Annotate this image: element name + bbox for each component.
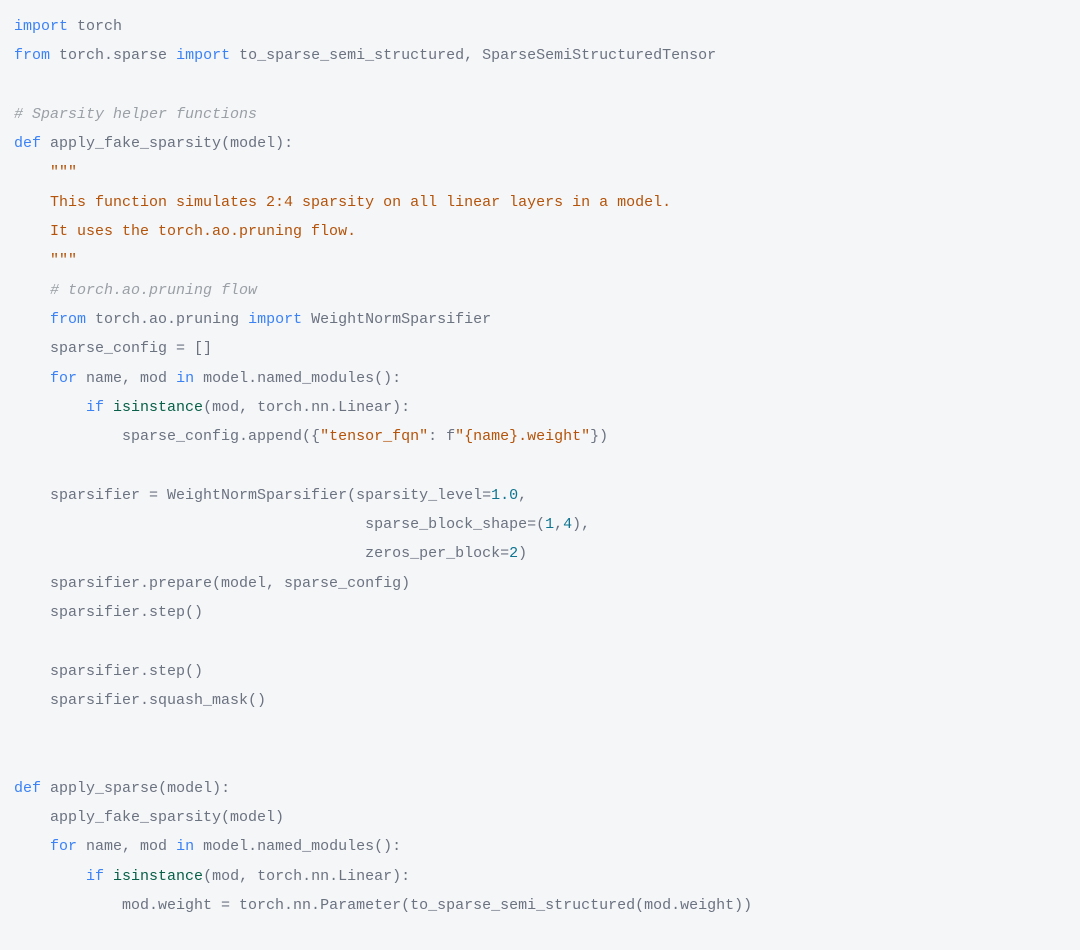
code-line: """ [14,164,77,181]
keyword-import: import [239,311,311,328]
code-line: sparsifier.step() [14,604,203,621]
code-line: from torch.ao.pruning import WeightNormS… [14,311,491,328]
number: 4 [563,516,572,533]
keyword-if: if [86,399,104,416]
keyword-if: if [86,868,104,885]
code-line: mod.weight = torch.nn.Parameter(to_spars… [14,897,752,914]
builtin-isinstance: isinstance [113,399,203,416]
code-line: It uses the torch.ao.pruning flow. [14,223,356,240]
code-line: # torch.ao.pruning flow [14,282,257,299]
code-block: import torch from torch.sparse import to… [0,0,1080,932]
code-line: sparse_block_shape=(1,4), [14,516,590,533]
code-line: import torch [14,18,122,35]
keyword-import: import [14,18,68,35]
number: 2 [509,545,518,562]
number: 1 [545,516,554,533]
keyword-from: from [50,311,86,328]
code-line: for name, mod in model.named_modules(): [14,370,401,387]
string: "{name}.weight" [455,428,590,445]
keyword-for: for [50,370,77,387]
keyword-from: from [14,47,50,64]
code-line: from torch.sparse import to_sparse_semi_… [14,47,716,64]
keyword-for: for [50,838,77,855]
code-line: zeros_per_block=2) [14,545,527,562]
code-line: if isinstance(mod, torch.nn.Linear): [14,868,410,885]
code-line: # Sparsity helper functions [14,106,257,123]
code-line: This function simulates 2:4 sparsity on … [14,194,671,211]
code-line: sparsifier.step() [14,663,203,680]
code-line: sparsifier = WeightNormSparsifier(sparsi… [14,487,527,504]
keyword-def: def [14,780,41,797]
code-line: sparsifier.prepare(model, sparse_config) [14,575,410,592]
builtin-isinstance: isinstance [113,868,203,885]
comment: # Sparsity helper functions [14,106,257,123]
comment: # torch.ao.pruning flow [50,282,257,299]
code-line: """ [14,252,77,269]
docstring: """ [50,252,77,269]
keyword-def: def [14,135,41,152]
keyword-in: in [176,370,194,387]
docstring: This function simulates 2:4 sparsity on … [50,194,671,211]
keyword-import: import [167,47,239,64]
code-line: for name, mod in model.named_modules(): [14,838,401,855]
docstring: """ [50,164,77,181]
code-line: sparse_config.append({"tensor_fqn": f"{n… [14,428,608,445]
code-line: def apply_sparse(model): [14,780,230,797]
number: 1.0 [491,487,518,504]
code-line: sparsifier.squash_mask() [14,692,266,709]
code-line: sparse_config = [] [14,340,212,357]
function-name: apply_fake_sparsity [50,135,221,152]
code-line: def apply_fake_sparsity(model): [14,135,293,152]
code-line: if isinstance(mod, torch.nn.Linear): [14,399,410,416]
string: "tensor_fqn" [320,428,428,445]
docstring: It uses the torch.ao.pruning flow. [50,223,356,240]
function-name: apply_sparse [50,780,158,797]
keyword-in: in [176,838,194,855]
code-line: apply_fake_sparsity(model) [14,809,284,826]
